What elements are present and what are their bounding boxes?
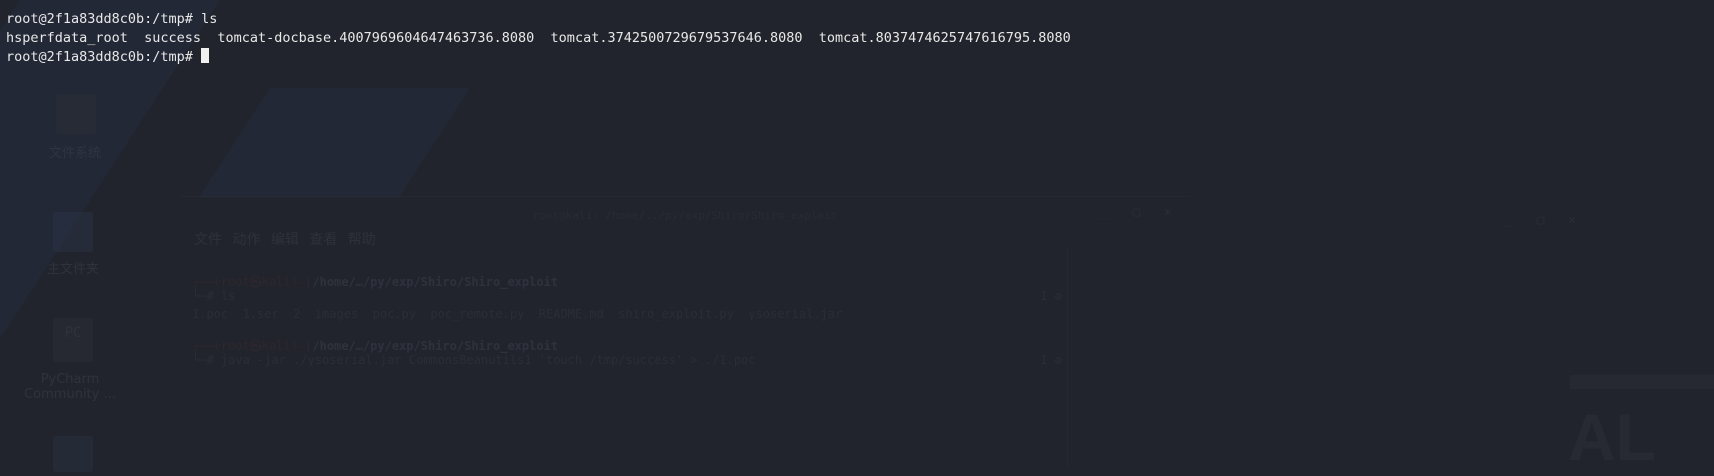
status: 1 ⚙ — [1040, 289, 1062, 303]
command-line: └─# java -jar ./ysoserial.jar CommonsBea… — [192, 353, 756, 367]
home-folder-icon[interactable] — [53, 212, 93, 252]
ls-output: hsperfdata_root success tomcat-docbase.4… — [6, 30, 1071, 46]
desktop-icon-label: PyCharm Community ... — [24, 372, 116, 402]
ls-output: 1.poc 1.ser 2 images poc.py poc_remote.p… — [192, 307, 843, 321]
command-line: └─# ls — [192, 289, 236, 303]
menu-bar[interactable]: 文件 动作 编辑 查看 帮助 — [194, 229, 376, 249]
desktop-icon-label: 文件系统 — [48, 146, 101, 161]
pycharm-icon[interactable]: PC — [53, 318, 93, 362]
background-terminal-window: root@kali: /home/../py/exp/Shiro/Shiro_e… — [180, 196, 1190, 476]
window-title: root@kali: /home/../py/exp/Shiro/Shiro_e… — [532, 209, 838, 222]
status: 1 ⚙ — [1040, 353, 1062, 367]
desktop-background: 文件系统 主文件夹 PC PyCharm Community ... root@… — [0, 0, 1714, 476]
terminal-line: root@2f1a83dd8c0b:/tmp# — [6, 48, 1071, 67]
wallpaper-shape — [198, 88, 470, 198]
prompt-path: /home/…/py/exp/Shiro/Shiro_exploit — [312, 339, 559, 353]
desktop-icon-label: 主文件夹 — [46, 262, 99, 277]
command: ls — [201, 11, 218, 27]
prompt: root@2f1a83dd8c0b:/tmp# — [6, 11, 202, 27]
prompt-user: ┌──(root㉿kali)-[ — [192, 339, 313, 353]
brand-text: AL — [1568, 400, 1656, 474]
scrollbar[interactable] — [1067, 247, 1068, 467]
app-icon[interactable] — [53, 436, 93, 472]
terminal-line: root@2f1a83dd8c0b:/tmp# ls — [6, 10, 1071, 29]
terminal-output[interactable]: root@2f1a83dd8c0b:/tmp# ls hsperfdata_roo… — [6, 10, 1071, 67]
filesystem-icon[interactable] — [56, 94, 96, 134]
brand-bar — [1570, 375, 1714, 389]
prompt: root@2f1a83dd8c0b:/tmp# — [6, 49, 202, 65]
cursor — [201, 48, 210, 63]
prompt-user: ┌──(root㉿kali)-[ — [192, 275, 313, 289]
window-controls[interactable]: _ ▢ ✕ — [1505, 213, 1584, 228]
window-controls[interactable]: _ ▢ ✕ — [1101, 205, 1180, 220]
prompt-path: /home/…/py/exp/Shiro/Shiro_exploit — [312, 275, 559, 289]
